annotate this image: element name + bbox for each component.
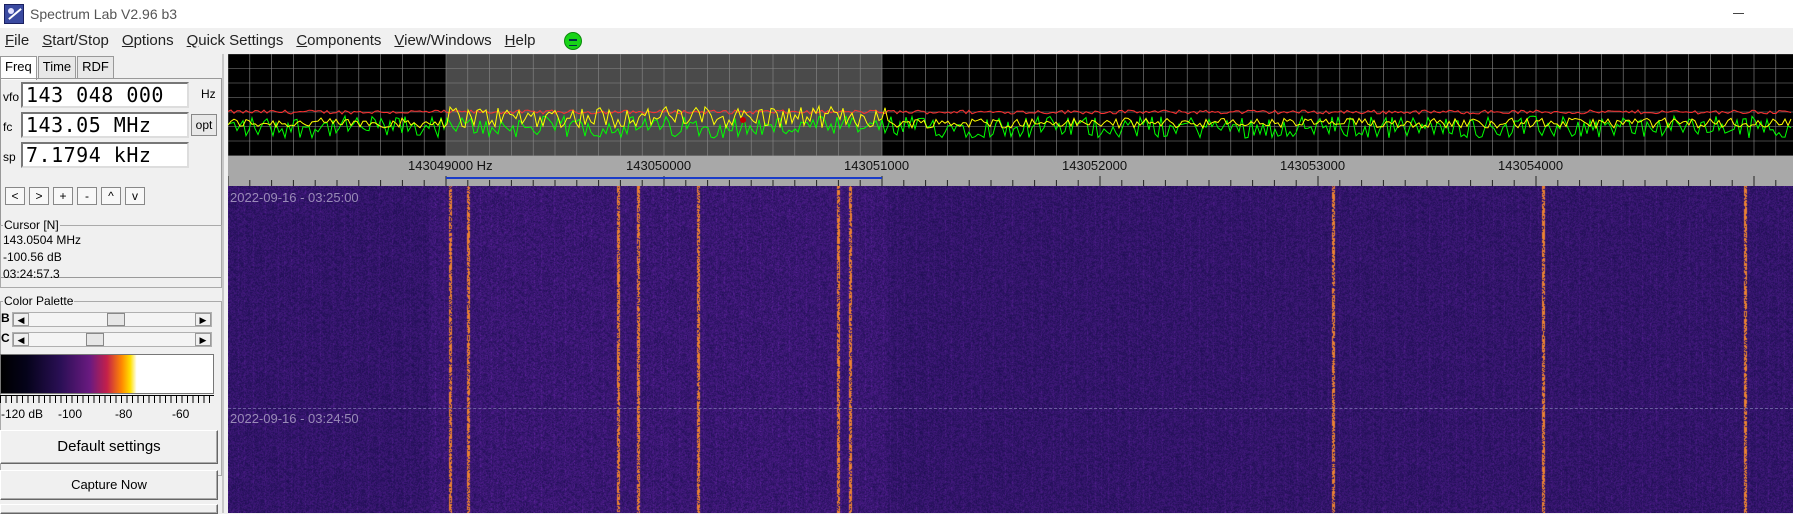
opt-button[interactable]: opt	[191, 114, 217, 136]
frequency-axis-label: 143051000	[844, 158, 910, 173]
zoom-in-button[interactable]: +	[53, 187, 73, 205]
spectrum-display[interactable]	[228, 54, 1793, 156]
scroll-up-button[interactable]: ^	[101, 187, 121, 205]
tab-time[interactable]: Time	[37, 56, 77, 78]
tab-freq[interactable]: Freq	[0, 56, 37, 80]
vfo-label: vfo	[3, 90, 20, 104]
brightness-slider-thumb[interactable]	[107, 313, 125, 326]
contrast-slider[interactable]: ◀ ▶	[12, 332, 212, 347]
menu-help[interactable]: Help	[500, 30, 544, 52]
color-palette-bar[interactable]	[0, 354, 214, 394]
frequency-axis-label: 143054000	[1498, 158, 1564, 173]
fc-field[interactable]: 143.05 MHz	[21, 112, 189, 138]
cursor-group: Cursor [N] 143.0504 MHz -100.56 dB 03:24…	[0, 218, 222, 288]
cursor-frequency: 143.0504 MHz	[3, 233, 82, 247]
brightness-right-arrow-icon[interactable]: ▶	[195, 313, 211, 326]
frequency-axis-label: 143049000 Hz	[408, 158, 493, 173]
panel-tabs: Freq Time RDF	[0, 56, 115, 80]
title-bar: Spectrum Lab V2.96 b3	[0, 0, 1793, 28]
frequency-axis-ticks	[228, 176, 1777, 186]
sp-row: sp 7.1794 kHz	[1, 142, 223, 170]
scroll-down-button[interactable]: v	[125, 187, 145, 205]
control-panel: Freq Time RDF vfo 143 048 000 Hz fc 143.…	[0, 54, 224, 514]
brightness-slider[interactable]: ◀ ▶	[12, 312, 212, 327]
contrast-right-arrow-icon[interactable]: ▶	[195, 333, 211, 346]
palette-scale-label: -80	[115, 407, 133, 421]
span-field[interactable]: 7.1794 kHz	[21, 142, 189, 168]
palette-scale-ticks	[0, 395, 214, 403]
menu-start-stop[interactable]: Start/Stop	[37, 30, 117, 52]
nav-buttons: < > + - ^ v	[5, 187, 149, 205]
fc-row: fc 143.05 MHz opt	[1, 112, 223, 140]
minimize-button[interactable]	[1723, 2, 1753, 24]
brightness-label: B	[1, 311, 10, 325]
menu-options[interactable]: Options	[117, 30, 182, 52]
scroll-left-button[interactable]: <	[5, 187, 25, 205]
cursor-time: 03:24:57.3	[3, 267, 60, 281]
zoom-out-button[interactable]: -	[77, 187, 97, 205]
scroll-right-button[interactable]: >	[29, 187, 49, 205]
color-palette-title: Color Palette	[4, 294, 74, 308]
menu-file[interactable]: File	[0, 30, 37, 52]
brightness-left-arrow-icon[interactable]: ◀	[13, 313, 29, 326]
frequency-axis-label: 143050000	[626, 158, 692, 173]
menu-bar: File Start/Stop Options Quick Settings C…	[0, 30, 1793, 52]
contrast-left-arrow-icon[interactable]: ◀	[13, 333, 29, 346]
contrast-slider-row: C ◀ ▶	[0, 331, 215, 347]
brightness-slider-row: B ◀ ▶	[0, 311, 215, 327]
frequency-axis-label: 143053000	[1280, 158, 1346, 173]
window-title: Spectrum Lab V2.96 b3	[30, 6, 178, 22]
menu-quick-settings[interactable]: Quick Settings	[182, 30, 292, 52]
cursor-marker-icon	[740, 117, 746, 123]
waterfall-timestamp: 2022-09-16 - 03:25:00	[230, 190, 359, 205]
frequency-axis-label: 143052000	[1062, 158, 1128, 173]
contrast-slider-thumb[interactable]	[86, 333, 104, 346]
cursor-level: -100.56 dB	[3, 250, 62, 264]
running-status-led-icon[interactable]	[563, 32, 582, 50]
cursor-group-title: Cursor [N]	[4, 218, 59, 232]
app-icon	[4, 4, 24, 24]
contrast-label: C	[1, 331, 10, 345]
palette-scale: -120 dB -100 -80 -60	[0, 395, 214, 425]
capture-now-button[interactable]: Capture Now	[0, 470, 218, 500]
tab-rdf[interactable]: RDF	[77, 56, 114, 78]
palette-scale-label: -60	[172, 407, 190, 421]
default-settings-button[interactable]: Default settings	[0, 430, 218, 464]
menu-view-windows[interactable]: View/Windows	[389, 30, 499, 52]
waterfall-time-marker-line	[228, 408, 1793, 409]
waterfall-image	[228, 186, 1793, 513]
fc-label: fc	[3, 120, 13, 134]
waterfall-timestamp: 2022-09-16 - 03:24:50	[230, 411, 359, 426]
vfo-unit: Hz	[201, 87, 216, 101]
vfo-field[interactable]: 143 048 000	[21, 82, 189, 108]
palette-scale-label: -100	[58, 407, 83, 421]
vfo-row: vfo 143 048 000 Hz	[1, 82, 223, 110]
sp-label: sp	[3, 150, 16, 164]
menu-components[interactable]: Components	[291, 30, 389, 52]
spectrum-plot	[228, 54, 1793, 156]
frequency-axis[interactable]: 143049000 Hz 143050000 143051000 1430520…	[228, 156, 1793, 186]
waterfall-display[interactable]: 2022-09-16 - 03:25:00 2022-09-16 - 03:24…	[228, 186, 1793, 513]
palette-scale-label: -120 dB	[1, 407, 44, 421]
